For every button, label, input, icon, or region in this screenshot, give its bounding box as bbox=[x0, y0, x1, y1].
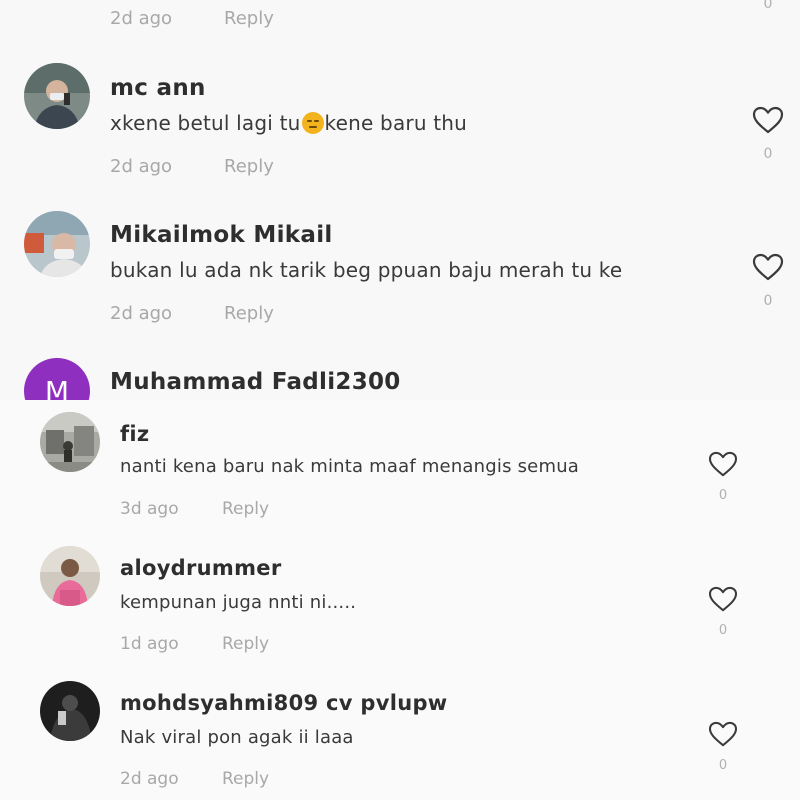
comment-time: 2d ago bbox=[110, 303, 173, 324]
avatar[interactable]: M bbox=[24, 358, 90, 400]
reply-button[interactable]: Reply bbox=[222, 634, 269, 654]
reply-button[interactable]: Reply bbox=[224, 156, 274, 177]
comment-username[interactable]: Mikailmok Mikail bbox=[110, 222, 333, 248]
comment-time: 2d ago bbox=[120, 769, 179, 789]
comment-text: nanti kena baru nak minta maaf menangis … bbox=[120, 456, 580, 477]
like-count: 0 bbox=[718, 623, 728, 638]
heart-outline-icon[interactable] bbox=[708, 721, 738, 747]
comment-text: bukan lu ada nk tarik beg ppuan baju mer… bbox=[110, 258, 623, 282]
user-photo-icon bbox=[40, 681, 100, 741]
reply-button[interactable]: Reply bbox=[224, 303, 274, 324]
avatar[interactable] bbox=[40, 412, 100, 472]
comment-username[interactable]: fiz bbox=[120, 422, 149, 446]
like-count: 0 bbox=[763, 293, 773, 309]
comment-username[interactable]: mohdsyahmi809 cv pvlupw bbox=[120, 691, 447, 715]
comments-panel-top: 2d ago Reply 0 mc ann xkene betul lagi t… bbox=[0, 0, 800, 400]
heart-outline-icon[interactable] bbox=[708, 586, 738, 612]
avatar[interactable] bbox=[40, 681, 100, 741]
user-photo-icon bbox=[40, 412, 100, 472]
comment-time: 3d ago bbox=[120, 499, 179, 519]
comment-username[interactable]: mc ann bbox=[110, 75, 206, 101]
comment-username[interactable]: Muhammad Fadli2300 bbox=[110, 369, 401, 395]
avatar[interactable] bbox=[40, 546, 100, 606]
like-count: 0 bbox=[763, 146, 773, 162]
comment-text: xkene betul lagi tu kene baru thu bbox=[110, 111, 468, 135]
comment-username[interactable]: aloydrummer bbox=[120, 556, 282, 580]
heart-outline-icon[interactable] bbox=[752, 106, 784, 134]
comment-time: 2d ago bbox=[110, 156, 173, 177]
user-photo-icon bbox=[24, 211, 90, 277]
user-photo-icon bbox=[24, 63, 90, 129]
comment-text: kempunan juga nnti ni..... bbox=[120, 592, 357, 613]
like-count: 0 bbox=[763, 0, 773, 12]
user-photo-icon bbox=[40, 546, 100, 606]
like-count: 0 bbox=[718, 758, 728, 773]
comment-time: 1d ago bbox=[120, 634, 179, 654]
reply-button[interactable]: Reply bbox=[222, 769, 269, 789]
avatar[interactable] bbox=[24, 63, 90, 129]
reply-button[interactable]: Reply bbox=[222, 499, 269, 519]
comments-panel-bottom: fiz nanti kena baru nak minta maaf menan… bbox=[0, 400, 800, 800]
comment-time: 2d ago bbox=[110, 8, 173, 29]
like-count: 0 bbox=[718, 488, 728, 503]
reply-button[interactable]: Reply bbox=[224, 8, 274, 29]
avatar[interactable] bbox=[24, 211, 90, 277]
comment-text: Nak viral pon agak ii laaa bbox=[120, 727, 354, 748]
heart-outline-icon[interactable] bbox=[708, 451, 738, 477]
heart-outline-icon[interactable] bbox=[752, 253, 784, 281]
pensive-face-emoji-icon bbox=[301, 112, 324, 134]
